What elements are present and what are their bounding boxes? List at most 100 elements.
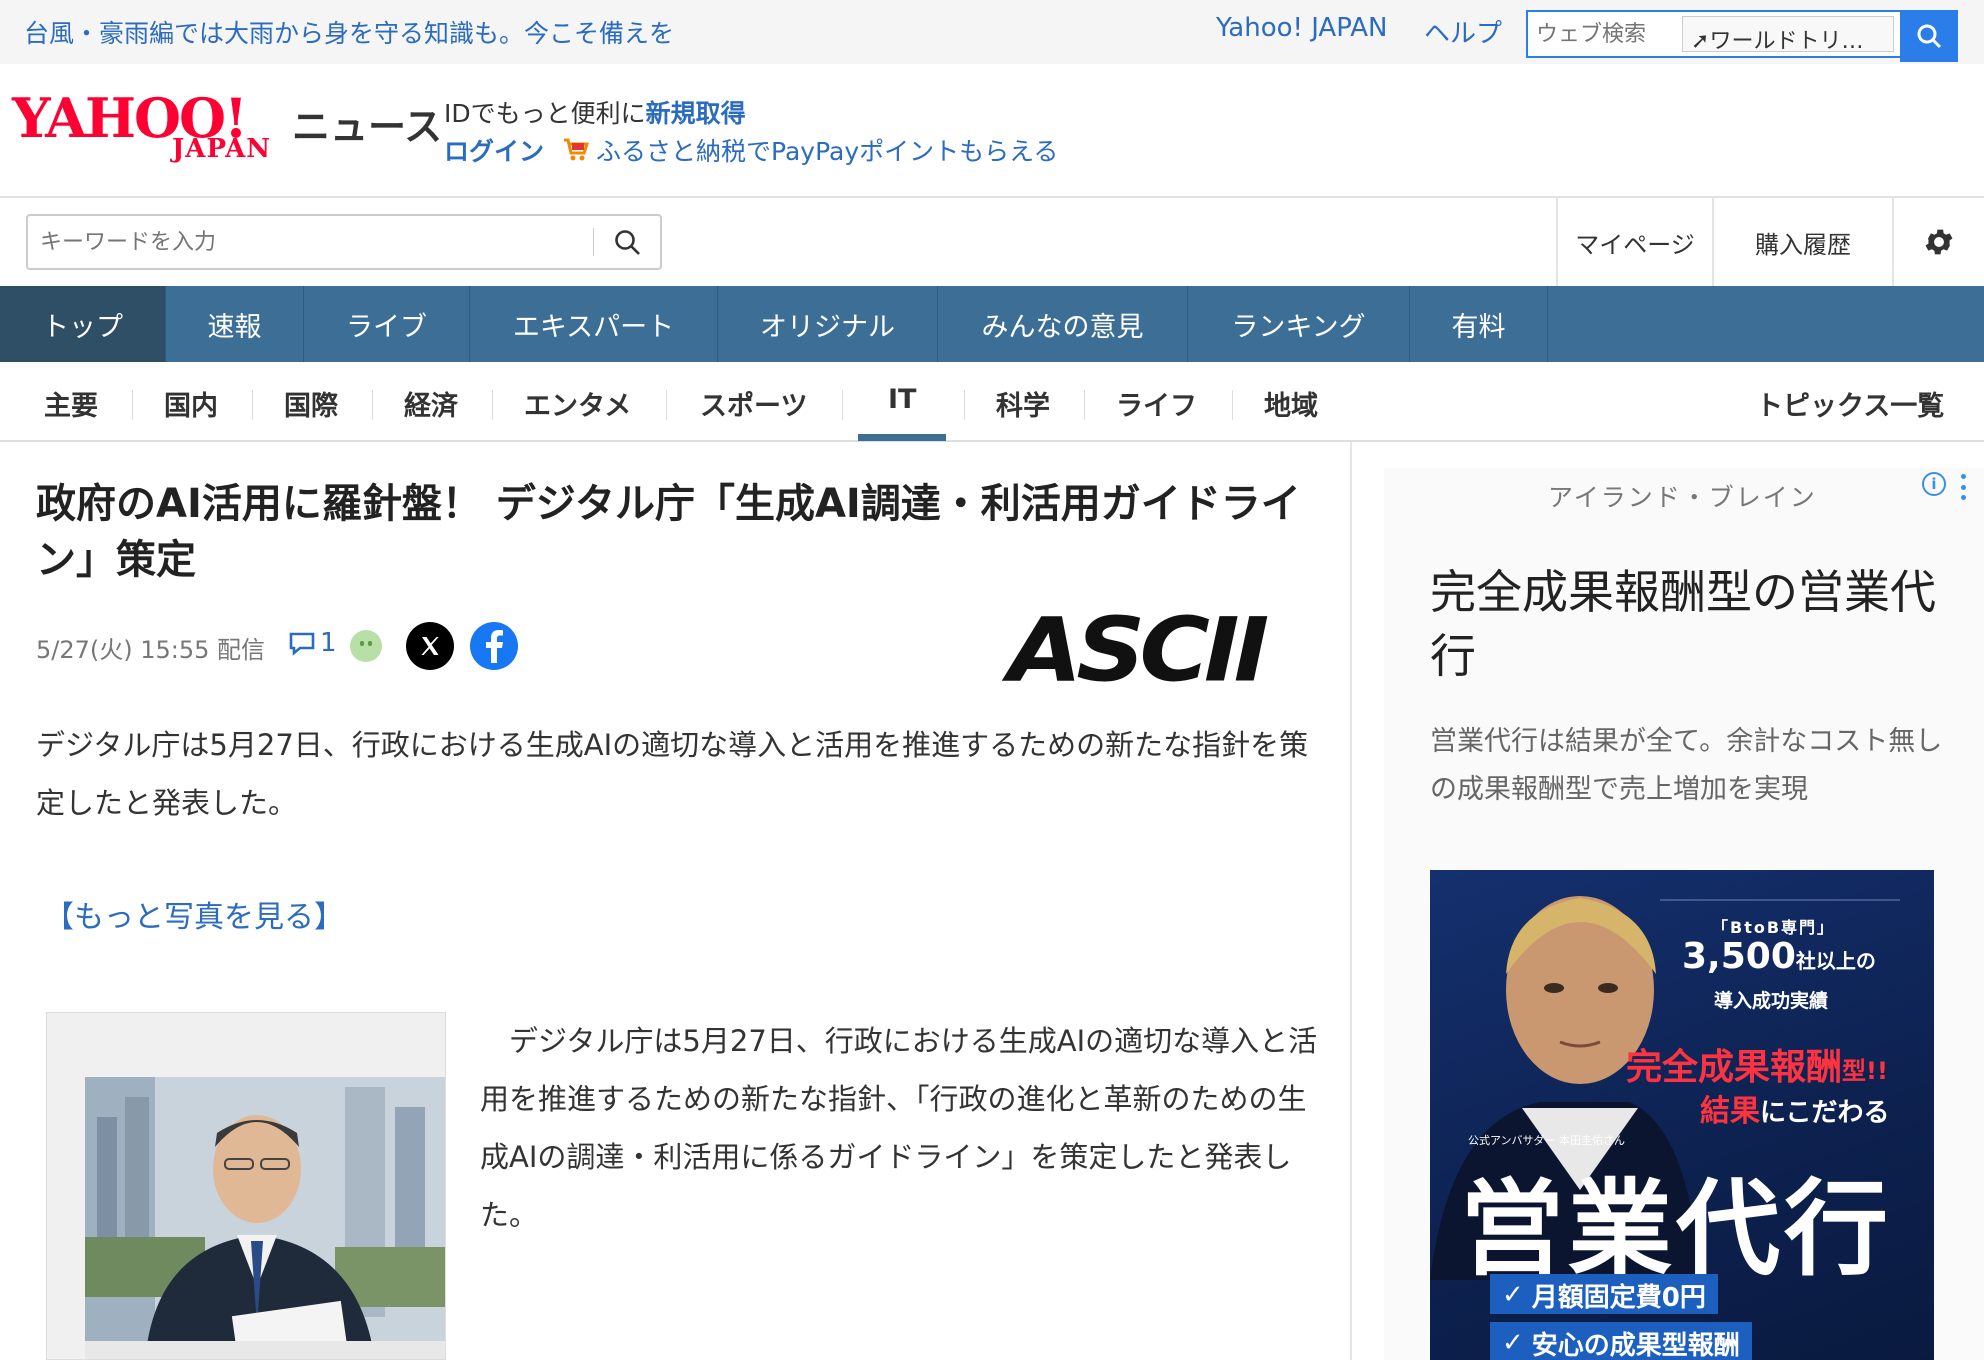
main-nav-item[interactable]: ライブ [304, 286, 470, 362]
ad-banner-red2-text: 結果 [1700, 1094, 1760, 1129]
mypage-label: マイページ [1575, 230, 1695, 259]
ad-banner-red2: 結果にこだわる [1700, 1086, 1889, 1130]
main-nav-item[interactable]: 有料 [1410, 286, 1548, 362]
mypage-link[interactable]: マイページ [1556, 198, 1712, 286]
source-logo-ascii[interactable]: ASCII [1008, 598, 1269, 701]
category-item[interactable]: エンタメ [524, 384, 631, 423]
ad-banner-count: 3,500社以上の [1682, 936, 1876, 977]
ad-banner-chip: ✓ 安心の成果型報酬 [1490, 1322, 1752, 1360]
ad-banner-chip: ✓ 月額固定費0円 [1490, 1274, 1718, 1314]
category-item[interactable]: スポーツ [700, 384, 807, 423]
help-link[interactable]: ヘルプ [1424, 13, 1502, 50]
ad-banner-chip-label: 月額固定費0円 [1531, 1282, 1706, 1313]
signup-link[interactable]: 新規取得 [646, 99, 746, 128]
article-body-text: デジタル庁は5月27日、行政における生成AIの適切な導入と活用を推進するための新… [480, 1024, 1318, 1232]
article-headline: 政府のAI活用に羅針盤！ デジタル庁「生成AI調達・利活用ガイドライン」策定 [36, 481, 1301, 583]
article-date: 5/27(火) 15:55 配信 [36, 636, 266, 664]
share-x-button[interactable] [406, 622, 454, 670]
search-icon [615, 230, 640, 255]
ad-banner-count-number: 3,500 [1682, 936, 1796, 977]
category-separator [252, 390, 253, 420]
yahoo-japan-link[interactable]: Yahoo! JAPAN [1216, 13, 1387, 43]
category-separator [1232, 390, 1233, 420]
login-row: ログイン ふるさと納税でPayPayポイントもらえる [444, 132, 1058, 168]
ad-banner-red2-suffix: にこだわる [1760, 1098, 1890, 1128]
comment-link[interactable]: 1 [288, 628, 337, 658]
furusato-link[interactable]: ふるさと納税でPayPayポイントもらえる [562, 132, 1058, 168]
yahoo-news-logo[interactable]: YAHOO! JAPAN [12, 86, 284, 166]
ad-brand[interactable]: アイランド・ブレイン [1548, 478, 1817, 514]
category-separator [1084, 390, 1085, 420]
web-search-box: ➚ワールドトリ… [1526, 10, 1958, 62]
keyword-search-input[interactable] [28, 217, 593, 267]
category-item[interactable]: ライフ [1116, 384, 1197, 423]
top-bar: 台風・豪雨編では大雨から身を守る知識も。今こそ備えを Yahoo! JAPAN … [0, 0, 1984, 64]
furusato-label: ふるさと納税でPayPayポイントもらえる [596, 137, 1059, 166]
category-item[interactable]: 経済 [404, 384, 458, 423]
ad-info-icon[interactable]: i [1922, 472, 1946, 496]
more-photos-link[interactable]: 【もっと写真を見る】 [44, 892, 344, 936]
main-nav-item[interactable]: みんなの意見 [938, 286, 1188, 362]
trend-word-label: ワールドトリ… [1709, 29, 1864, 52]
category-nav: 主要 国内 国際 経済 エンタメ スポーツ IT 科学 ライフ 地域 トピックス… [0, 362, 1984, 442]
active-category-underline [858, 434, 946, 441]
main-nav-item[interactable]: オリジナル [718, 286, 938, 362]
category-item-active[interactable]: IT [888, 384, 916, 415]
article-body: デジタル庁は5月27日、行政における生成AIの適切な導入と活用を推進するための新… [480, 1012, 1330, 1244]
category-separator [666, 390, 667, 420]
settings-button[interactable] [1892, 198, 1984, 286]
keyword-search-button[interactable] [594, 217, 660, 267]
id-promo-text: IDでもっと便利に [444, 99, 646, 128]
ad-banner-red1: 完全成果報酬型!! [1626, 1038, 1888, 1090]
id-promo: IDでもっと便利に新規取得 [444, 94, 746, 130]
comment-count: 1 [320, 628, 337, 658]
purchase-history-label: 購入履歴 [1755, 230, 1851, 259]
main-nav-item[interactable]: トップ [0, 286, 166, 362]
article-photo[interactable] [46, 1012, 446, 1360]
facebook-icon [486, 630, 503, 663]
ad-banner-btob: 「BtoB専門」 [1712, 918, 1836, 937]
ad-banner-red1-text: 完全成果報酬 [1626, 1047, 1843, 1088]
ad-banner-red1-suffix: 型!! [1842, 1057, 1888, 1085]
x-logo-icon [421, 637, 439, 655]
article-photo-image [85, 1077, 445, 1359]
web-search-input[interactable] [1528, 12, 1682, 56]
check-icon: ✓ [1502, 1280, 1524, 1310]
news-label[interactable]: ニュース [292, 96, 442, 151]
category-separator [964, 390, 965, 420]
main-nav-item[interactable]: 速報 [166, 286, 304, 362]
category-item[interactable]: 主要 [44, 384, 98, 423]
ad-menu-icon[interactable] [1961, 474, 1967, 500]
logo-japan-text: JAPAN [172, 134, 272, 164]
topics-all-link[interactable]: トピックス一覧 [1756, 384, 1944, 423]
comment-icon [289, 632, 315, 656]
main-nav-item[interactable]: エキスパート [470, 286, 718, 362]
ad-banner-chip-label: 安心の成果型報酬 [1531, 1330, 1740, 1360]
main-nav-item[interactable]: ランキング [1188, 286, 1410, 362]
category-separator [842, 390, 843, 420]
trend-word[interactable]: ➚ワールドトリ… [1682, 16, 1894, 52]
keyword-search [26, 214, 662, 270]
article-lead: デジタル庁は5月27日、行政における生成AIの適切な導入と活用を推進するための新… [36, 728, 1309, 820]
ad-title[interactable]: 完全成果報酬型の営業代行 [1430, 560, 1950, 688]
share-facebook-button[interactable] [470, 622, 518, 670]
cart-icon [564, 138, 590, 161]
category-separator [372, 390, 373, 420]
search-icon [1917, 24, 1942, 49]
ad-banner[interactable]: 「BtoB専門」 3,500社以上の 導入成功実績 完全成果報酬型!! 結果にこ… [1430, 870, 1934, 1360]
ad-banner-record: 導入成功実績 [1714, 990, 1829, 1012]
purchase-history-link[interactable]: 購入履歴 [1712, 198, 1892, 286]
main-nav: トップ 速報 ライブ エキスパート オリジナル みんなの意見 ランキング 有料 [0, 286, 1984, 362]
category-separator [492, 390, 493, 420]
ad-banner-count-suffix: 社以上の [1795, 949, 1876, 973]
ad-banner-headline: 営業代行 [1460, 1168, 1893, 1290]
check-icon: ✓ [1502, 1328, 1524, 1358]
ad-description[interactable]: 営業代行は結果が全て。余計なコスト無しの成果報酬型で売上増加を実現 [1430, 718, 1950, 814]
category-item[interactable]: 国内 [164, 384, 218, 423]
alert-link[interactable]: 台風・豪雨編では大雨から身を守る知識も。今こそ備えを [24, 14, 674, 50]
category-item[interactable]: 地域 [1264, 384, 1318, 423]
web-search-button[interactable] [1900, 10, 1958, 62]
category-item[interactable]: 国際 [284, 384, 338, 423]
category-item[interactable]: 科学 [996, 384, 1050, 423]
login-link[interactable]: ログイン [444, 132, 544, 168]
